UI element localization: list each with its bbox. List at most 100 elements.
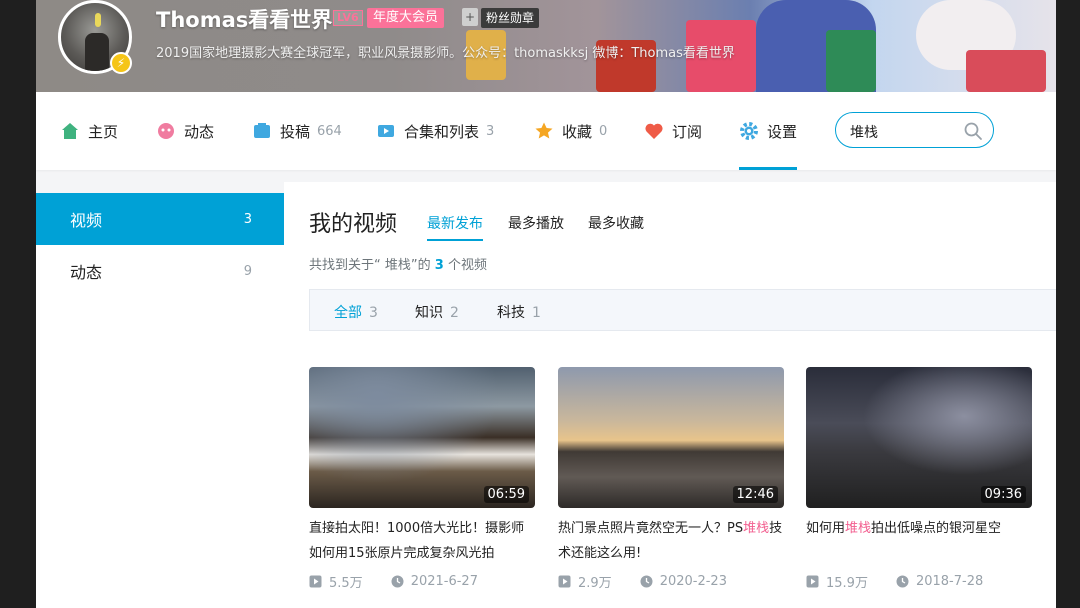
result-suffix: 个视频 [447,258,487,273]
play-count-icon [309,575,322,588]
search-input[interactable]: 堆栈 [850,122,878,142]
profile-nav: 主页 动态 投稿 664 合集和列表 3 收藏 0 订阅 设置 堆栈 [36,92,1056,170]
user-bio: 2019国家地理摄影大赛全球冠军，职业风景摄影师。公众号：thomaskksj … [156,46,735,61]
tab-count: 664 [317,123,342,139]
tab-label: 投稿 [280,122,311,141]
username[interactable]: Thomas看看世界 [156,4,332,34]
fan-medal-badge[interactable]: 粉丝勋章 [481,8,540,28]
tab-count: 3 [486,123,495,139]
profile-page: ⚡ Thomas看看世界 LV6 年度大会员 + 粉丝勋章 2019国家地理摄影… [36,0,1056,608]
tab-label: 合集和列表 [404,122,480,141]
filter-label: 科技 [497,305,525,321]
video-meta: 15.9万 2018-7-28 [806,572,1032,591]
tab-collections[interactable]: 合集和列表 3 [376,92,494,170]
video-views: 2.9万 [578,576,612,591]
video-title-text: 热门景点照片竟然空无一人？PS [558,521,744,536]
sidebar-item-label: 视频 [70,211,103,230]
tab-count: 0 [599,123,608,139]
sidebar-item-count: 9 [243,263,252,279]
clock-icon [896,575,909,588]
video-duration: 06:59 [483,486,529,503]
filter-count: 1 [532,305,541,321]
dynamic-icon [158,123,174,139]
video-title-highlight: 堆栈 [743,521,770,536]
video-title[interactable]: 直接拍太阳！1000倍大光比！摄影师如何用15张原片完成复杂风光拍 [309,516,535,566]
video-card[interactable]: 12:46 热门景点照片竟然空无一人？PS堆栈技术还能这么用! 2.9万 202… [558,367,784,591]
vip-badge[interactable]: 年度大会员 [367,8,445,28]
avatar-person [95,13,101,27]
clock-icon [640,575,653,588]
tab-label: 动态 [184,122,215,141]
tab-dynamic[interactable]: 动态 [156,92,214,170]
video-duration: 12:46 [732,486,778,503]
filter-all[interactable]: 全部 3 [334,302,378,322]
main-content: 我的视频 最新发布 最多播放 最多收藏 共找到关于“ 堆栈”的 3 个视频 全部… [284,182,1056,608]
sort-most-played[interactable]: 最多播放 [508,213,564,233]
result-count: 3 [434,258,444,273]
video-date: 2021-6-27 [410,574,478,589]
play-count-icon [558,575,571,588]
video-card[interactable]: 09:36 如何用堆栈拍出低噪点的银河星空 15.9万 2018-7-28 [806,367,1032,591]
video-title[interactable]: 热门景点照片竟然空无一人？PS堆栈技术还能这么用! [558,516,784,566]
banner-decoration [826,30,876,92]
video-title-text: 如何用 [806,521,846,536]
sidebar-item-videos[interactable]: 视频 3 [36,193,284,245]
fan-medal-icon: + [462,8,478,26]
category-filter: 全部 3 知识 2 科技 1 [309,289,1056,331]
video-date: 2020-2-23 [659,574,727,589]
tab-label: 主页 [88,122,119,141]
video-views: 15.9万 [826,576,868,591]
profile-banner: ⚡ Thomas看看世界 LV6 年度大会员 + 粉丝勋章 2019国家地理摄影… [36,0,1056,92]
sidebar: 视频 3 动态 9 [36,193,284,608]
sort-most-favorited[interactable]: 最多收藏 [588,213,644,233]
video-thumbnail[interactable]: 09:36 [806,367,1032,508]
upload-icon [254,123,270,138]
home-icon [62,123,78,139]
search-result-summary: 共找到关于“ 堆栈”的 3 个视频 [309,254,487,273]
clock-icon [391,575,404,588]
avatar-rock [85,33,109,71]
verified-icon: ⚡ [110,52,132,74]
heart-icon [645,123,663,139]
search-icon[interactable] [963,121,983,141]
filter-label: 全部 [334,305,362,321]
filter-label: 知识 [415,305,443,321]
tab-uploads[interactable]: 投稿 664 [252,92,342,170]
video-title[interactable]: 如何用堆栈拍出低噪点的银河星空 [806,516,1032,566]
video-meta: 5.5万 2021-6-27 [309,572,535,591]
level-badge: LV6 [333,10,363,26]
sidebar-item-count: 3 [243,211,252,227]
tab-favorites[interactable]: 收藏 0 [534,92,607,170]
sort-latest[interactable]: 最新发布 [427,213,483,241]
filter-count: 3 [369,305,378,321]
collection-icon [378,125,394,137]
video-title-highlight: 堆栈 [845,521,872,536]
result-prefix: 共找到关于“ 堆栈”的 [309,258,431,273]
play-count-icon [806,575,819,588]
star-icon [535,122,553,139]
video-title-text: 拍出低噪点的银河星空 [871,521,1002,536]
tab-label: 订阅 [672,122,703,141]
search-box[interactable]: 堆栈 [835,112,994,148]
filter-tech[interactable]: 科技 1 [497,302,541,322]
video-date: 2018-7-28 [915,574,984,589]
video-thumbnail[interactable]: 06:59 [309,367,535,508]
video-duration: 09:36 [980,486,1026,503]
sidebar-item-label: 动态 [70,263,103,282]
video-meta: 2.9万 2020-2-23 [558,572,784,591]
tab-settings[interactable]: 设置 [739,92,798,170]
tab-home[interactable]: 主页 [60,92,118,170]
filter-knowledge[interactable]: 知识 2 [415,302,459,322]
video-card[interactable]: 06:59 直接拍太阳！1000倍大光比！摄影师如何用15张原片完成复杂风光拍 … [309,367,535,591]
page-title: 我的视频 [309,212,398,237]
filter-count: 2 [450,305,459,321]
tab-label: 收藏 [562,122,593,141]
tab-subscriptions[interactable]: 订阅 [644,92,702,170]
gear-icon [740,122,758,140]
tab-label: 设置 [767,122,798,141]
video-views: 5.5万 [329,576,363,591]
video-thumbnail[interactable]: 12:46 [558,367,784,508]
video-title-text: 直接拍太阳！1000倍大光比！摄影师如何用15张原片完成复杂风光拍 [309,521,525,561]
banner-decoration [966,50,1046,92]
sidebar-item-dynamic[interactable]: 动态 9 [36,245,284,297]
